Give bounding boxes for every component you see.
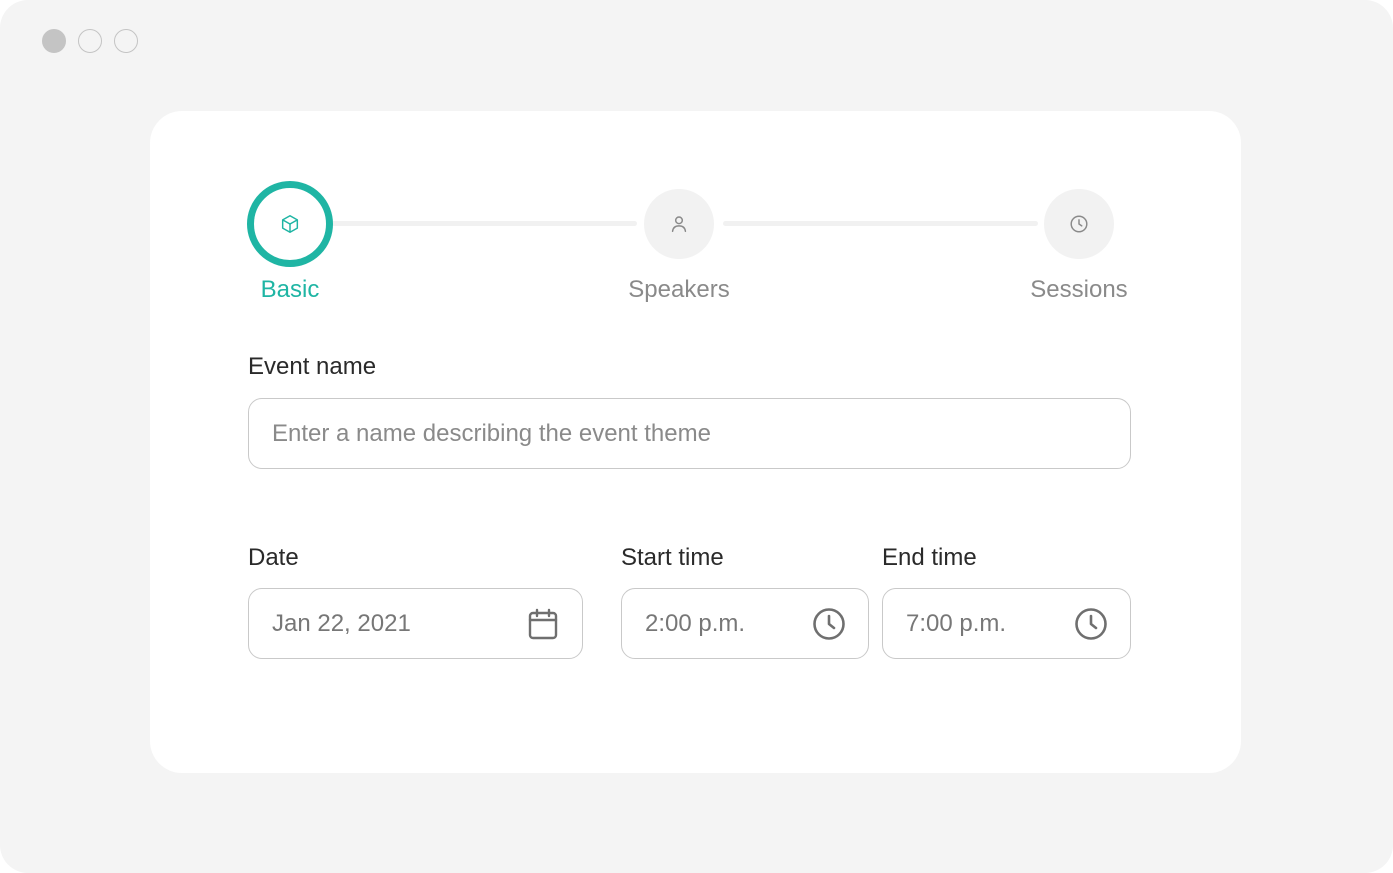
start-time-label: Start time — [621, 544, 724, 571]
cube-icon — [273, 207, 307, 241]
calendar-icon[interactable] — [526, 607, 560, 641]
stepper-connector — [723, 221, 1038, 226]
window-maximize-button[interactable] — [114, 29, 138, 53]
step-speakers[interactable] — [644, 189, 714, 259]
window-minimize-button[interactable] — [78, 29, 102, 53]
step-label-sessions[interactable]: Sessions — [979, 276, 1179, 304]
start-time-value: 2:00 p.m. — [645, 609, 746, 637]
event-name-label: Event name — [248, 353, 377, 380]
event-name-field[interactable] — [248, 398, 1131, 469]
app-window: Basic Speakers Sessions Event name Date … — [0, 0, 1393, 873]
date-label: Date — [248, 544, 299, 571]
end-time-value: 7:00 p.m. — [906, 609, 1007, 637]
clock-icon — [1062, 207, 1096, 241]
window-close-button[interactable] — [42, 29, 66, 53]
user-icon — [662, 207, 696, 241]
date-field[interactable]: Jan 22, 2021 — [248, 588, 583, 659]
date-value: Jan 22, 2021 — [272, 609, 411, 637]
clock-icon[interactable] — [1074, 607, 1108, 641]
step-label-basic[interactable]: Basic — [190, 276, 390, 304]
start-time-field[interactable]: 2:00 p.m. — [621, 588, 869, 659]
event-name-input[interactable] — [272, 419, 1108, 448]
step-label-speakers[interactable]: Speakers — [579, 276, 779, 304]
event-form-card: Basic Speakers Sessions Event name Date … — [150, 111, 1241, 773]
step-sessions[interactable] — [1044, 189, 1114, 259]
window-controls — [42, 29, 138, 53]
progress-stepper: Basic Speakers Sessions — [150, 111, 1241, 331]
end-time-label: End time — [882, 544, 977, 571]
end-time-field[interactable]: 7:00 p.m. — [882, 588, 1131, 659]
stepper-connector — [331, 221, 637, 226]
step-basic[interactable] — [247, 181, 333, 267]
clock-icon[interactable] — [812, 607, 846, 641]
